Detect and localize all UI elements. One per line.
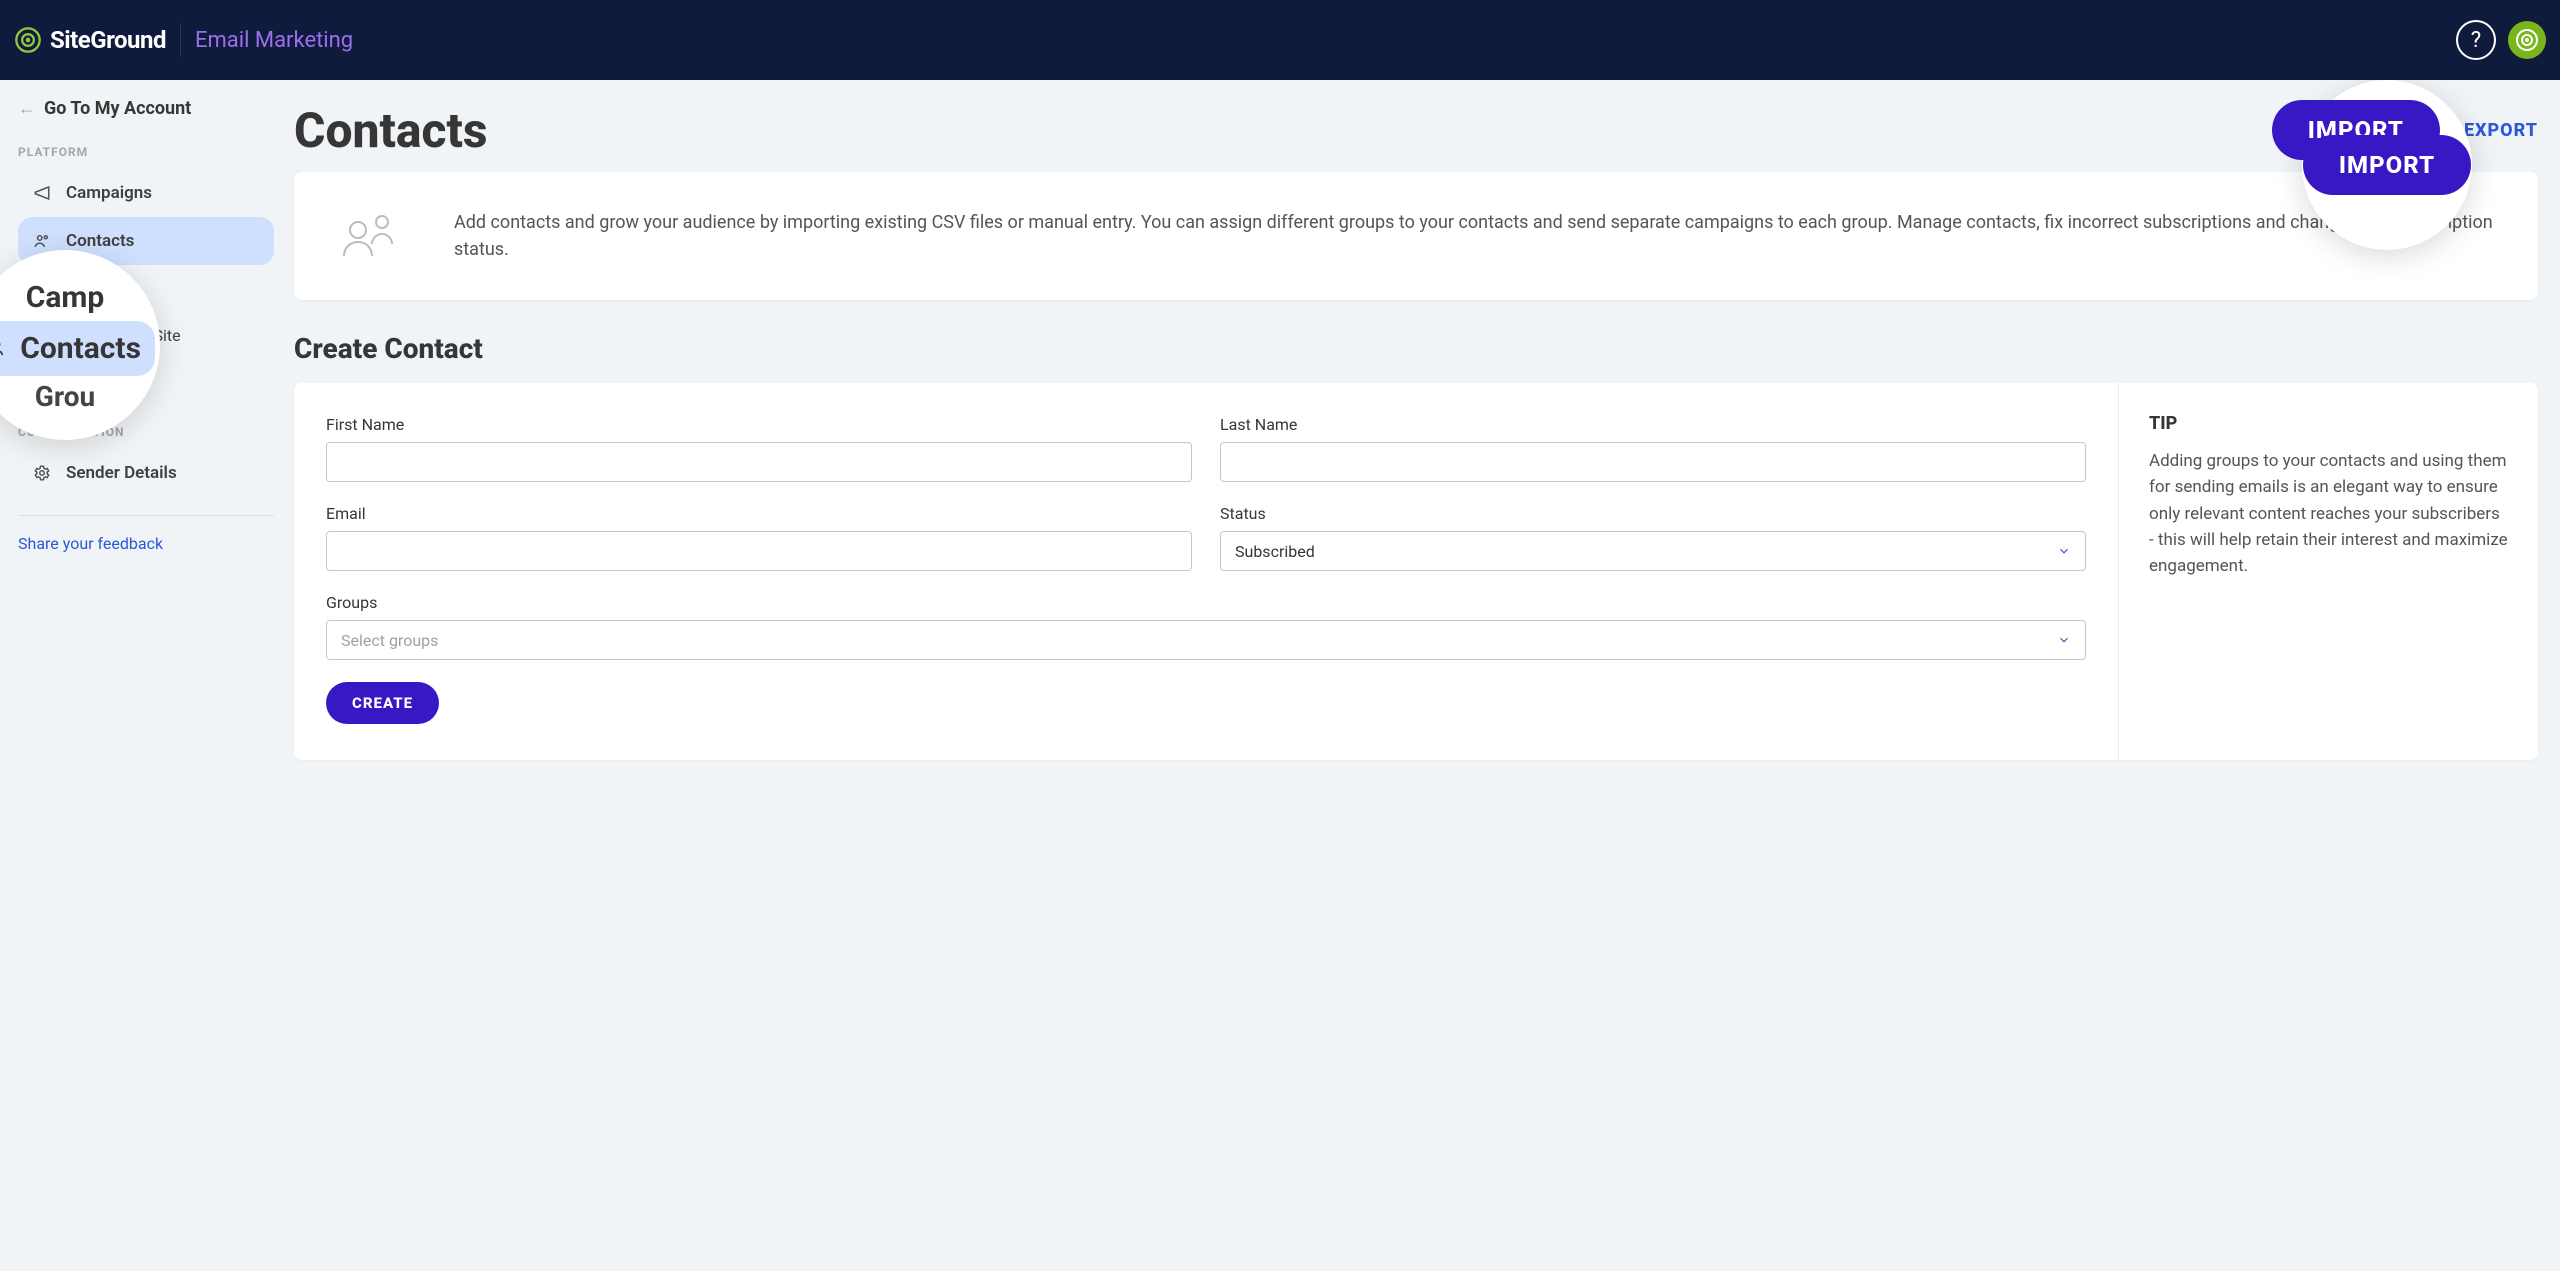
groups-label: Groups (326, 593, 2086, 612)
arrow-left-icon: ← (18, 98, 36, 119)
help-button[interactable]: ? (2456, 20, 2496, 60)
siteground-logo-icon (14, 26, 42, 54)
shell: ← Go To My Account PLATFORM Campaigns Co… (0, 80, 2560, 1271)
gear-icon (32, 464, 52, 482)
sidebar-item-campaigns[interactable]: Campaigns (18, 169, 274, 217)
groups-select[interactable]: Select groups (326, 620, 2086, 660)
section-platform-label: PLATFORM (18, 145, 274, 159)
export-button[interactable]: EXPORT (2464, 120, 2538, 141)
feedback-link[interactable]: Share your feedback (18, 534, 274, 553)
megaphone-icon (32, 184, 52, 202)
app-name: Email Marketing (195, 28, 353, 53)
sidebar-item-groups[interactable]: Groups (18, 265, 274, 312)
first-name-field[interactable] (326, 442, 1192, 482)
import-label: IMPORT (2308, 116, 2404, 144)
info-card: Add contacts and grow your audience by i… (294, 172, 2538, 300)
tip-title: TIP (2149, 413, 2508, 434)
status-select[interactable]: Subscribed (1220, 531, 2086, 571)
form-area: First Name Last Name Email Status (294, 383, 2118, 760)
sidebar-item-label: Connect WP Site (62, 326, 181, 345)
section-config-label: CONFIGURATION (18, 425, 274, 439)
info-text: Add contacts and grow your audience by i… (454, 209, 2498, 263)
status-label: Status (1220, 504, 2086, 523)
sidebar-item-connect-wp[interactable]: Connect WP Site (18, 312, 274, 359)
back-to-account[interactable]: ← Go To My Account (18, 98, 274, 119)
sidebar: ← Go To My Account PLATFORM Campaigns Co… (0, 80, 280, 1271)
email-field[interactable] (326, 531, 1192, 571)
create-section-title: Create Contact (294, 332, 2538, 365)
topbar: SiteGround Email Marketing ? (0, 0, 2560, 80)
sidebar-item-analytics[interactable]: Analytics (18, 359, 274, 407)
brand-name: SiteGround (50, 26, 166, 54)
avatar-button[interactable] (2508, 21, 2546, 59)
last-name-field[interactable] (1220, 442, 2086, 482)
sidebar-item-sender-details[interactable]: Sender Details (18, 449, 274, 497)
first-name-label: First Name (326, 415, 1192, 434)
chevron-down-icon (2057, 633, 2071, 647)
email-label: Email (326, 504, 1192, 523)
sidebar-item-label: Sender Details (66, 463, 177, 483)
create-contact-card: First Name Last Name Email Status (294, 383, 2538, 760)
topbar-divider (180, 23, 181, 57)
export-label: EXPORT (2464, 120, 2538, 141)
chart-icon (32, 374, 52, 392)
sidebar-separator (18, 515, 274, 516)
brand-logo[interactable]: SiteGround (14, 26, 166, 54)
contacts-illustration-icon (334, 204, 414, 268)
create-button[interactable]: CREATE (326, 682, 439, 724)
create-label: CREATE (352, 694, 413, 712)
groups-placeholder: Select groups (341, 631, 438, 650)
back-label: Go To My Account (44, 98, 191, 119)
sidebar-item-contacts[interactable]: Contacts (18, 217, 274, 265)
page-header: Contacts IMPORT EXPORT (294, 100, 2538, 160)
avatar-icon (2515, 28, 2539, 52)
main: Contacts IMPORT EXPORT IMPORT (280, 80, 2560, 1271)
page-title: Contacts (294, 102, 2272, 159)
last-name-label: Last Name (1220, 415, 2086, 434)
status-value: Subscribed (1235, 542, 1315, 561)
people-icon (32, 232, 52, 250)
sidebar-item-label: Analytics (66, 373, 136, 393)
people-icon (0, 337, 10, 359)
sidebar-item-label: Contacts (66, 231, 134, 251)
help-icon: ? (2471, 28, 2481, 53)
sidebar-item-label: Groups (62, 279, 113, 298)
tip-body: Adding groups to your contacts and using… (2149, 448, 2508, 580)
sidebar-item-label: Campaigns (66, 183, 152, 203)
import-button[interactable]: IMPORT (2272, 100, 2440, 160)
feedback-label: Share your feedback (18, 534, 163, 553)
tip-panel: TIP Adding groups to your contacts and u… (2118, 383, 2538, 760)
chevron-down-icon (2057, 544, 2071, 558)
